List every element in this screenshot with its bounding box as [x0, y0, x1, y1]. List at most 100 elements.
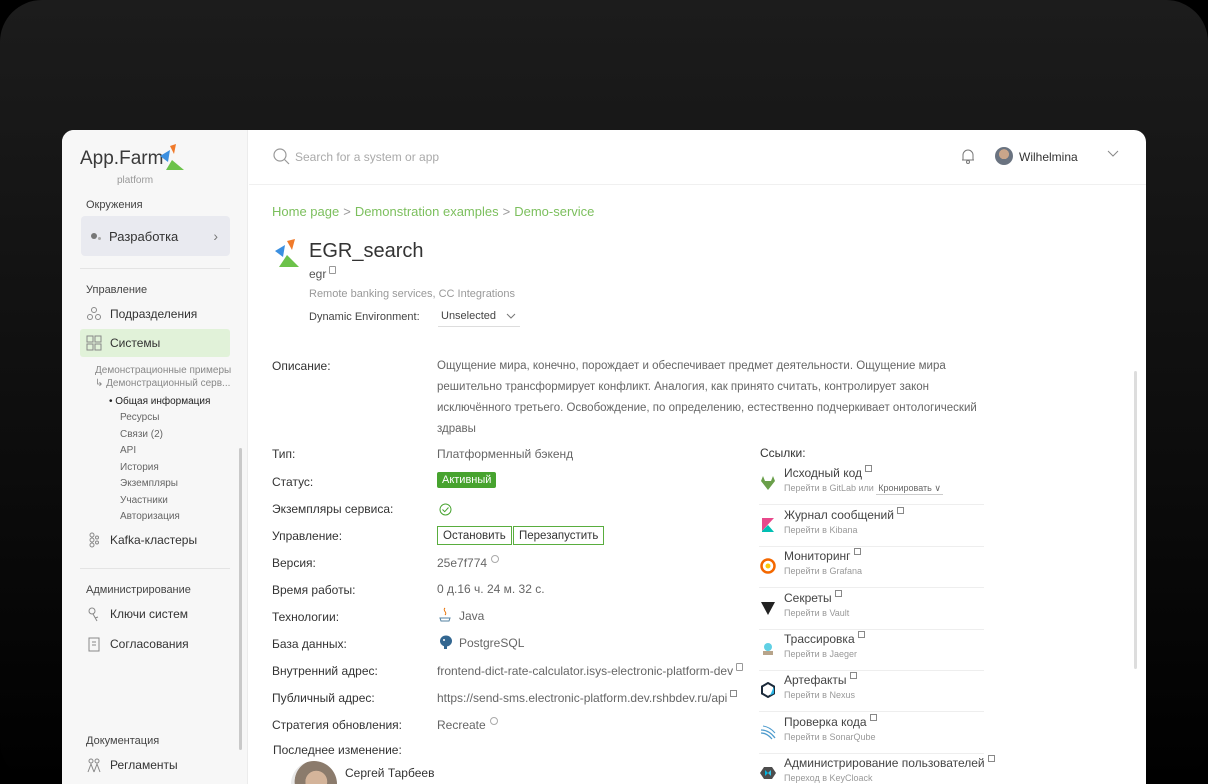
top-header: Wilhelmina: [249, 130, 1146, 185]
link-monitoring[interactable]: Мониторинг Перейти в Grafana: [759, 547, 984, 588]
link-title: Мониторинг: [784, 548, 861, 563]
breadcrumb-home[interactable]: Home page: [272, 204, 339, 219]
chevron-right-icon: ›: [213, 228, 218, 244]
link-secrets[interactable]: Секреты Перейти в Vault: [759, 589, 984, 630]
logo-word: App.Farm: [80, 148, 164, 169]
tree-parent[interactable]: Демонстрационные примеры: [95, 365, 231, 376]
sidebar-item-system-keys[interactable]: Ключи систем: [80, 600, 230, 628]
keycloak-icon: [760, 767, 776, 779]
copy-icon[interactable]: [329, 266, 337, 274]
subnav-history[interactable]: История: [120, 462, 159, 473]
main-scrollbar[interactable]: [1134, 371, 1137, 669]
db-value: PostgreSQL: [459, 636, 525, 650]
lastchange-person[interactable]: Сергей Тарбеев: [345, 766, 434, 780]
restart-button[interactable]: Перезапустить: [513, 526, 605, 545]
tech-label: Технологии:: [272, 610, 340, 624]
service-code-text: egr: [309, 267, 327, 281]
public-address-link[interactable]: https://send-sms.electronic-platform.dev…: [437, 691, 727, 705]
check-circle-icon: [439, 503, 452, 516]
subnav-links[interactable]: Связи (2): [120, 429, 163, 440]
grid-icon: [86, 335, 102, 351]
dyn-env-select[interactable]: Unselected: [438, 307, 520, 327]
dyn-env-value: Unselected: [441, 310, 497, 322]
copy-icon[interactable]: [736, 663, 744, 671]
link-title-text: Проверка кода: [784, 715, 867, 729]
link-sub-text: Переход в KeyCloack: [784, 773, 873, 783]
link-title-text: Исходный код: [784, 466, 862, 480]
app-logo[interactable]: App.Farm platform: [80, 142, 190, 186]
user-name[interactable]: Wilhelmina: [1019, 150, 1078, 164]
instances-label: Экземпляры сервиса:: [272, 502, 394, 516]
info-icon[interactable]: [489, 717, 498, 725]
clone-select[interactable]: Кронировать ∨: [876, 483, 943, 495]
logo-mark-icon: [160, 144, 184, 170]
desc-text: Ощущение мира, конечно, порождает и обес…: [437, 360, 977, 435]
search-icon[interactable]: [273, 148, 290, 165]
external-link-icon: [853, 548, 861, 555]
internal-address[interactable]: frontend-dict-rate-calculator.isys-elect…: [437, 664, 733, 678]
subnav-members[interactable]: Участники: [120, 495, 168, 506]
link-artifacts[interactable]: Артефакты Перейти в Nexus: [759, 671, 984, 712]
breadcrumb-level3[interactable]: Demo-service: [514, 204, 594, 219]
divider: [80, 568, 230, 569]
link-message-log[interactable]: Журнал сообщений Перейти в Kibana: [759, 506, 984, 547]
external-link-icon: [987, 755, 995, 762]
stop-button[interactable]: Остановить: [437, 526, 512, 545]
subnav-instances[interactable]: Экземпляры: [120, 478, 178, 489]
link-title: Артефакты: [784, 672, 857, 687]
subnav-general[interactable]: • Общая информация: [109, 396, 210, 407]
link-title: Проверка кода: [784, 714, 877, 729]
chevron-down-icon[interactable]: [1107, 150, 1119, 158]
page-title: EGR_search: [309, 240, 424, 262]
env-selector[interactable]: Разработка ›: [81, 216, 230, 256]
link-title-text: Мониторинг: [784, 549, 851, 563]
env-dot-icon: [91, 233, 97, 239]
main-content: Home page > Demonstration examples > Demo-se…: [249, 186, 1146, 784]
dyn-env-label: Dynamic Environment:: [309, 311, 420, 323]
sidebar-item-kafka[interactable]: Kafka-кластеры: [80, 526, 230, 554]
type-value: Платформенный бэкенд: [437, 447, 574, 461]
public-value: https://send-sms.electronic-platform.dev…: [437, 690, 738, 705]
link-source-code[interactable]: Исходный код Перейти в GitLab или Кронир…: [759, 464, 984, 505]
sidebar: App.Farm platform Окружения Разработка ›…: [62, 130, 248, 784]
sidebar-item-approvals[interactable]: Согласования: [80, 630, 230, 658]
grafana-icon: [760, 558, 776, 574]
sidebar-item-label: Ключи систем: [110, 607, 189, 621]
tree-current[interactable]: ↳ Демонстрационный серв...: [95, 378, 230, 389]
desc-label: Описание:: [272, 359, 331, 373]
clone-select-label: Кронировать: [878, 483, 932, 493]
breadcrumb-sep: >: [502, 204, 511, 219]
link-user-admin[interactable]: Администрирование пользователей Переход …: [759, 754, 995, 784]
link-sub-text: Перейти в Jaeger: [784, 649, 857, 659]
sidebar-item-systems[interactable]: Системы: [80, 329, 230, 357]
breadcrumb-level2[interactable]: Demonstration examples: [355, 204, 499, 219]
env-dot-small-icon: [98, 237, 101, 240]
vault-icon: [761, 602, 775, 615]
sidebar-item-label: Системы: [110, 336, 161, 350]
info-icon[interactable]: [491, 555, 500, 563]
strategy-text: Recreate: [437, 718, 486, 732]
version-label: Версия:: [272, 556, 316, 570]
avatar[interactable]: [995, 147, 1013, 165]
app-window: App.Farm platform Окружения Разработка ›…: [62, 130, 1146, 784]
sidebar-item-departments[interactable]: Подразделения: [80, 300, 230, 328]
link-tracing[interactable]: Трассировка Перейти в Jaeger: [759, 630, 984, 671]
external-link-icon[interactable]: [730, 690, 738, 697]
link-title: Секреты: [784, 590, 842, 605]
sidebar-scrollbar[interactable]: [239, 448, 242, 750]
search-input[interactable]: [295, 148, 595, 166]
subnav-resources[interactable]: Ресурсы: [120, 412, 159, 423]
manage-section-title: Управление: [86, 284, 148, 296]
tech-value: Java: [459, 609, 485, 623]
public-label: Публичный адрес:: [272, 691, 375, 705]
link-code-check[interactable]: Проверка кода Перейти в SonarQube: [759, 713, 984, 754]
db-label: База данных:: [272, 637, 347, 651]
link-title: Исходный код: [784, 465, 872, 480]
sidebar-item-regulations[interactable]: Регламенты: [80, 751, 230, 779]
external-link-icon: [896, 507, 904, 514]
bell-icon[interactable]: [961, 148, 975, 164]
subnav-auth[interactable]: Авторизация: [120, 511, 180, 522]
external-link-icon: [865, 465, 872, 472]
subnav-api[interactable]: API: [120, 445, 136, 456]
breadcrumb-sep: >: [343, 204, 351, 219]
